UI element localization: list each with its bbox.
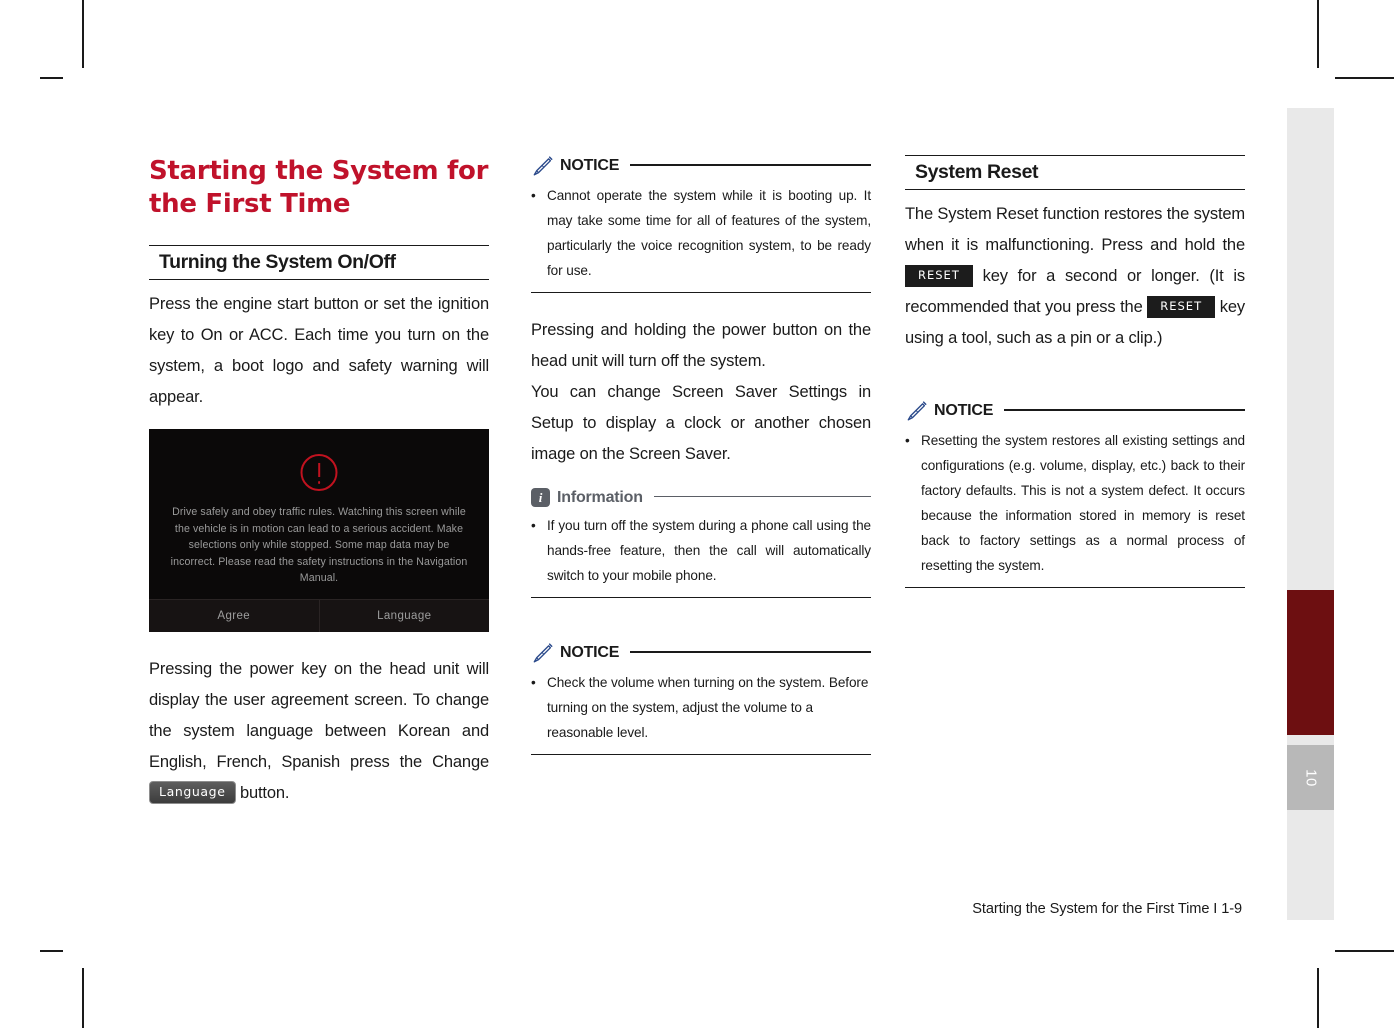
reset-key-badge-2[interactable]: RESET xyxy=(1147,296,1216,318)
callout-header: NOTICE xyxy=(531,155,871,180)
crop-mark-top-right-horizontal xyxy=(1335,77,1394,79)
paragraph-press-engine-start: Press the engine start button or set the… xyxy=(149,295,489,406)
paragraph-pressing-power-key: Pressing the power key on the head unit … xyxy=(149,654,489,809)
crop-mark-top-left-vertical xyxy=(82,0,84,68)
bullet-text: Resetting the system restores all existi… xyxy=(921,433,1245,573)
callout-rule xyxy=(630,164,871,166)
right-column: System Reset The System Reset function r… xyxy=(905,155,1245,588)
callout-title: Information xyxy=(557,488,643,506)
callout-header: i Information xyxy=(531,488,871,510)
bullet-marker: • xyxy=(531,675,536,690)
paragraph-text-part-1: Pressing the power key on the head unit … xyxy=(149,660,489,771)
callout-rule xyxy=(653,495,871,498)
bullet-marker: • xyxy=(531,188,536,203)
middle-column: NOTICE • Cannot operate the system while… xyxy=(531,155,871,755)
chapter-number: 10 xyxy=(1302,768,1319,787)
callout-rule xyxy=(1004,409,1245,411)
figure-warning-text: Drive safely and obey traffic rules. Wat… xyxy=(170,506,468,584)
callout-title: NOTICE xyxy=(560,157,620,174)
pencil-icon xyxy=(907,401,927,421)
language-key-badge[interactable]: Language xyxy=(149,781,236,804)
paragraph-system-reset: The System Reset function restores the s… xyxy=(905,199,1245,354)
section-heading-system-reset: System Reset xyxy=(905,155,1245,190)
section-heading-turning-system-on-off: Turning the System On/Off xyxy=(149,245,489,280)
crop-mark-bottom-right-horizontal xyxy=(1335,950,1394,952)
callout-rule xyxy=(630,651,871,653)
callout-information-phone-call: i Information • If you turn off the syst… xyxy=(531,488,871,598)
crop-mark-bottom-left-horizontal xyxy=(40,950,63,952)
crop-mark-top-right-vertical xyxy=(1317,0,1319,68)
callout-body: • If you turn off the system during a ph… xyxy=(531,510,871,598)
page-edge-tab-chapter: 10 xyxy=(1287,745,1334,810)
bullet-item: • Check the volume when turning on the s… xyxy=(531,670,871,745)
bullet-text: If you turn off the system during a phon… xyxy=(547,518,871,583)
page-edge-tab-red xyxy=(1287,590,1334,735)
figure-agree-button[interactable]: Agree xyxy=(149,600,319,632)
callout-title: NOTICE xyxy=(934,402,994,419)
crop-mark-top-left-horizontal xyxy=(40,77,63,79)
callout-title: NOTICE xyxy=(560,644,620,661)
info-icon: i xyxy=(531,488,550,507)
bullet-marker: • xyxy=(531,518,536,533)
callout-notice-booting: NOTICE • Cannot operate the system while… xyxy=(531,155,871,293)
crop-mark-bottom-left-vertical xyxy=(82,968,84,1028)
paragraph-text-part-2: button. xyxy=(239,784,290,802)
bullet-marker: • xyxy=(905,433,910,448)
paragraph-screen-saver-settings: You can change Screen Saver Settings in … xyxy=(531,383,871,463)
bullet-text: Check the volume when turning on the sys… xyxy=(547,675,869,740)
figure-safety-warning-screen: Drive safely and obey traffic rules. Wat… xyxy=(149,429,489,632)
callout-notice-resetting: NOTICE • Resetting the system restores a… xyxy=(905,400,1245,588)
figure-button-bar: Agree Language xyxy=(149,599,489,632)
callout-body: • Cannot operate the system while it is … xyxy=(531,180,871,293)
pencil-icon xyxy=(533,643,553,663)
paragraph-text-part-1: The System Reset function restores the s… xyxy=(905,205,1245,254)
crop-mark-bottom-right-vertical xyxy=(1317,968,1319,1028)
reset-key-badge-1[interactable]: RESET xyxy=(905,265,973,287)
left-column: Starting the System for the First Time T… xyxy=(149,155,489,809)
page-title: Starting the System for the First Time xyxy=(149,156,489,219)
callout-header: NOTICE xyxy=(531,642,871,667)
pencil-icon xyxy=(533,156,553,176)
figure-language-button[interactable]: Language xyxy=(318,600,490,632)
callout-header: NOTICE xyxy=(905,400,1245,425)
page-footer: Starting the System for the First Time I… xyxy=(972,901,1242,917)
callout-notice-volume: NOTICE • Check the volume when turning o… xyxy=(531,642,871,755)
warning-icon xyxy=(300,454,338,491)
bullet-item: • If you turn off the system during a ph… xyxy=(531,513,871,588)
bullet-text: Cannot operate the system while it is bo… xyxy=(547,188,871,278)
bullet-item: • Cannot operate the system while it is … xyxy=(531,183,871,283)
callout-body: • Resetting the system restores all exis… xyxy=(905,425,1245,588)
callout-body: • Check the volume when turning on the s… xyxy=(531,667,871,755)
paragraph-pressing-holding-power: Pressing and holding the power button on… xyxy=(531,321,871,370)
bullet-item: • Resetting the system restores all exis… xyxy=(905,428,1245,578)
